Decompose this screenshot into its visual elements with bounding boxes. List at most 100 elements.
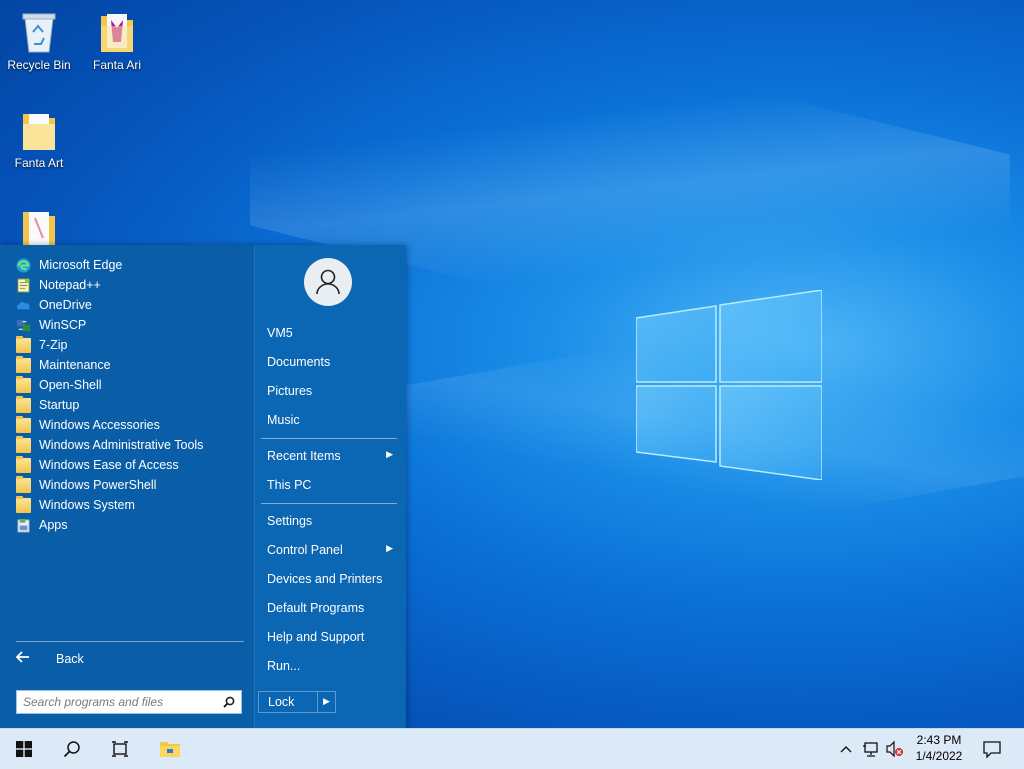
edge-icon [16, 257, 31, 273]
program-label: Startup [39, 398, 80, 412]
volume-muted-icon [886, 740, 903, 758]
recycle-bin-icon [19, 10, 59, 54]
menu-item-control-panel[interactable]: Control Panel ▶ [267, 541, 397, 559]
program-item-startup[interactable]: Startup [16, 395, 79, 415]
onedrive-icon [16, 298, 31, 313]
action-center-button[interactable] [982, 739, 1002, 759]
back-arrow-icon [15, 650, 38, 668]
folder-icon [16, 335, 31, 353]
folder-icon [16, 375, 31, 393]
user-avatar[interactable] [304, 258, 352, 306]
menu-item-documents[interactable]: Documents [267, 353, 397, 371]
taskbar-file-explorer-button[interactable] [147, 729, 193, 769]
program-item-windows-system[interactable]: Windows System [16, 495, 135, 515]
program-item-windows-ease-of-access[interactable]: Windows Ease of Access [16, 455, 179, 475]
menu-item-label: This PC [267, 478, 312, 492]
folder-icon [16, 395, 31, 413]
program-label: Open-Shell [39, 378, 102, 392]
lock-button[interactable]: Lock ▶ [258, 691, 336, 713]
program-item-7-zip[interactable]: 7-Zip [16, 335, 67, 355]
shutdown-options-arrow-icon[interactable]: ▶ [323, 696, 330, 707]
program-item-open-shell[interactable]: Open-Shell [16, 375, 102, 395]
program-item-windows-administrative-tools[interactable]: Windows Administrative Tools [16, 435, 203, 455]
menu-item-settings[interactable]: Settings [267, 512, 397, 530]
task-view-icon [112, 741, 128, 757]
menu-item-this-pc[interactable]: This PC [267, 476, 397, 494]
menu-item-music[interactable]: Music [267, 411, 397, 429]
submenu-arrow-icon: ▶ [386, 543, 393, 553]
desktop-icon-label: Fanta Art [14, 156, 64, 170]
start-button[interactable] [1, 729, 47, 769]
back-button[interactable]: Back [15, 650, 84, 668]
program-item-windows-powershell[interactable]: Windows PowerShell [16, 475, 156, 495]
desktop-icon-recycle-bin[interactable]: Recycle Bin [0, 10, 81, 72]
network-icon [863, 742, 878, 757]
program-item-apps[interactable]: Apps [16, 515, 68, 535]
notepadpp-icon [16, 277, 31, 293]
menu-item-label: Control Panel [267, 543, 343, 557]
program-label: Apps [39, 518, 68, 532]
show-hidden-icons-button[interactable] [839, 740, 853, 758]
program-label: Windows PowerShell [39, 478, 157, 492]
menu-item-label: Settings [267, 514, 313, 528]
taskbar-search-button[interactable] [49, 729, 95, 769]
folder-icon [16, 475, 31, 493]
folder-icon [16, 415, 31, 433]
menu-item-help-and-support[interactable]: Help and Support [267, 628, 397, 646]
folder-icon [16, 495, 31, 513]
desktop-icon-fanta-art[interactable]: Fanta Art [0, 108, 81, 170]
separator [261, 503, 397, 504]
program-label: OneDrive [39, 298, 92, 312]
search-input[interactable] [17, 691, 225, 713]
lock-label: Lock [268, 695, 295, 709]
windows-wallpaper-logo [636, 290, 822, 480]
folder-icon [16, 455, 31, 473]
chevron-up-icon [840, 746, 852, 753]
program-item-notepad-plus-plus[interactable]: Notepad++ [16, 275, 101, 295]
separator [16, 641, 244, 642]
menu-item-label: VM5 [267, 326, 293, 340]
start-menu-programs-pane: Microsoft Edge Notepad++ OneDrive WinSCP… [0, 245, 254, 728]
menu-item-run[interactable]: Run... [267, 657, 397, 675]
menu-item-devices-and-printers[interactable]: Devices and Printers [267, 570, 397, 588]
start-menu: Microsoft Edge Notepad++ OneDrive WinSCP… [0, 245, 406, 728]
folder-icon [16, 435, 31, 453]
menu-item-label: Devices and Printers [267, 572, 383, 586]
folder-icon [16, 355, 31, 373]
program-label: 7-Zip [39, 338, 68, 352]
menu-item-label: Default Programs [267, 601, 365, 615]
task-view-button[interactable] [97, 729, 143, 769]
program-label: Notepad++ [39, 278, 101, 292]
lock-button-divider [317, 692, 318, 712]
menu-item-default-programs[interactable]: Default Programs [267, 599, 397, 617]
search-box[interactable] [16, 690, 242, 714]
desktop-icon-label: Fanta Ari [92, 58, 142, 72]
folder-icon [19, 108, 59, 152]
program-item-maintenance[interactable]: Maintenance [16, 355, 111, 375]
program-item-onedrive[interactable]: OneDrive [16, 295, 92, 315]
menu-item-user-folder[interactable]: VM5 [267, 324, 397, 342]
volume-button[interactable] [885, 740, 905, 758]
menu-item-label: Music [267, 413, 300, 427]
menu-item-recent-items[interactable]: Recent Items ▶ [267, 447, 397, 465]
clock-time: 2:43 PM [916, 733, 962, 747]
menu-item-label: Pictures [267, 384, 313, 398]
taskbar-clock[interactable]: 2:43 PM 1/4/2022 [906, 732, 972, 764]
program-item-microsoft-edge[interactable]: Microsoft Edge [16, 255, 122, 275]
network-status-button[interactable] [862, 740, 880, 758]
program-label: Windows Ease of Access [39, 458, 179, 472]
program-label: Maintenance [39, 358, 111, 372]
notification-icon [983, 741, 1001, 759]
program-item-winscp[interactable]: WinSCP [16, 315, 86, 335]
menu-item-label: Documents [267, 355, 331, 369]
program-label: WinSCP [39, 318, 87, 332]
program-item-windows-accessories[interactable]: Windows Accessories [16, 415, 160, 435]
search-icon[interactable] [223, 696, 235, 708]
desktop-icon-fanta-ari[interactable]: Fanta Ari [75, 10, 159, 72]
menu-item-label: Recent Items [267, 449, 341, 463]
menu-item-label: Run... [267, 659, 301, 673]
user-icon [316, 269, 340, 295]
menu-item-pictures[interactable]: Pictures [267, 382, 397, 400]
desktop-icon-label: Recycle Bin [7, 58, 71, 72]
start-menu-places-pane: VM5 Documents Pictures Music Recent Item… [254, 245, 406, 728]
